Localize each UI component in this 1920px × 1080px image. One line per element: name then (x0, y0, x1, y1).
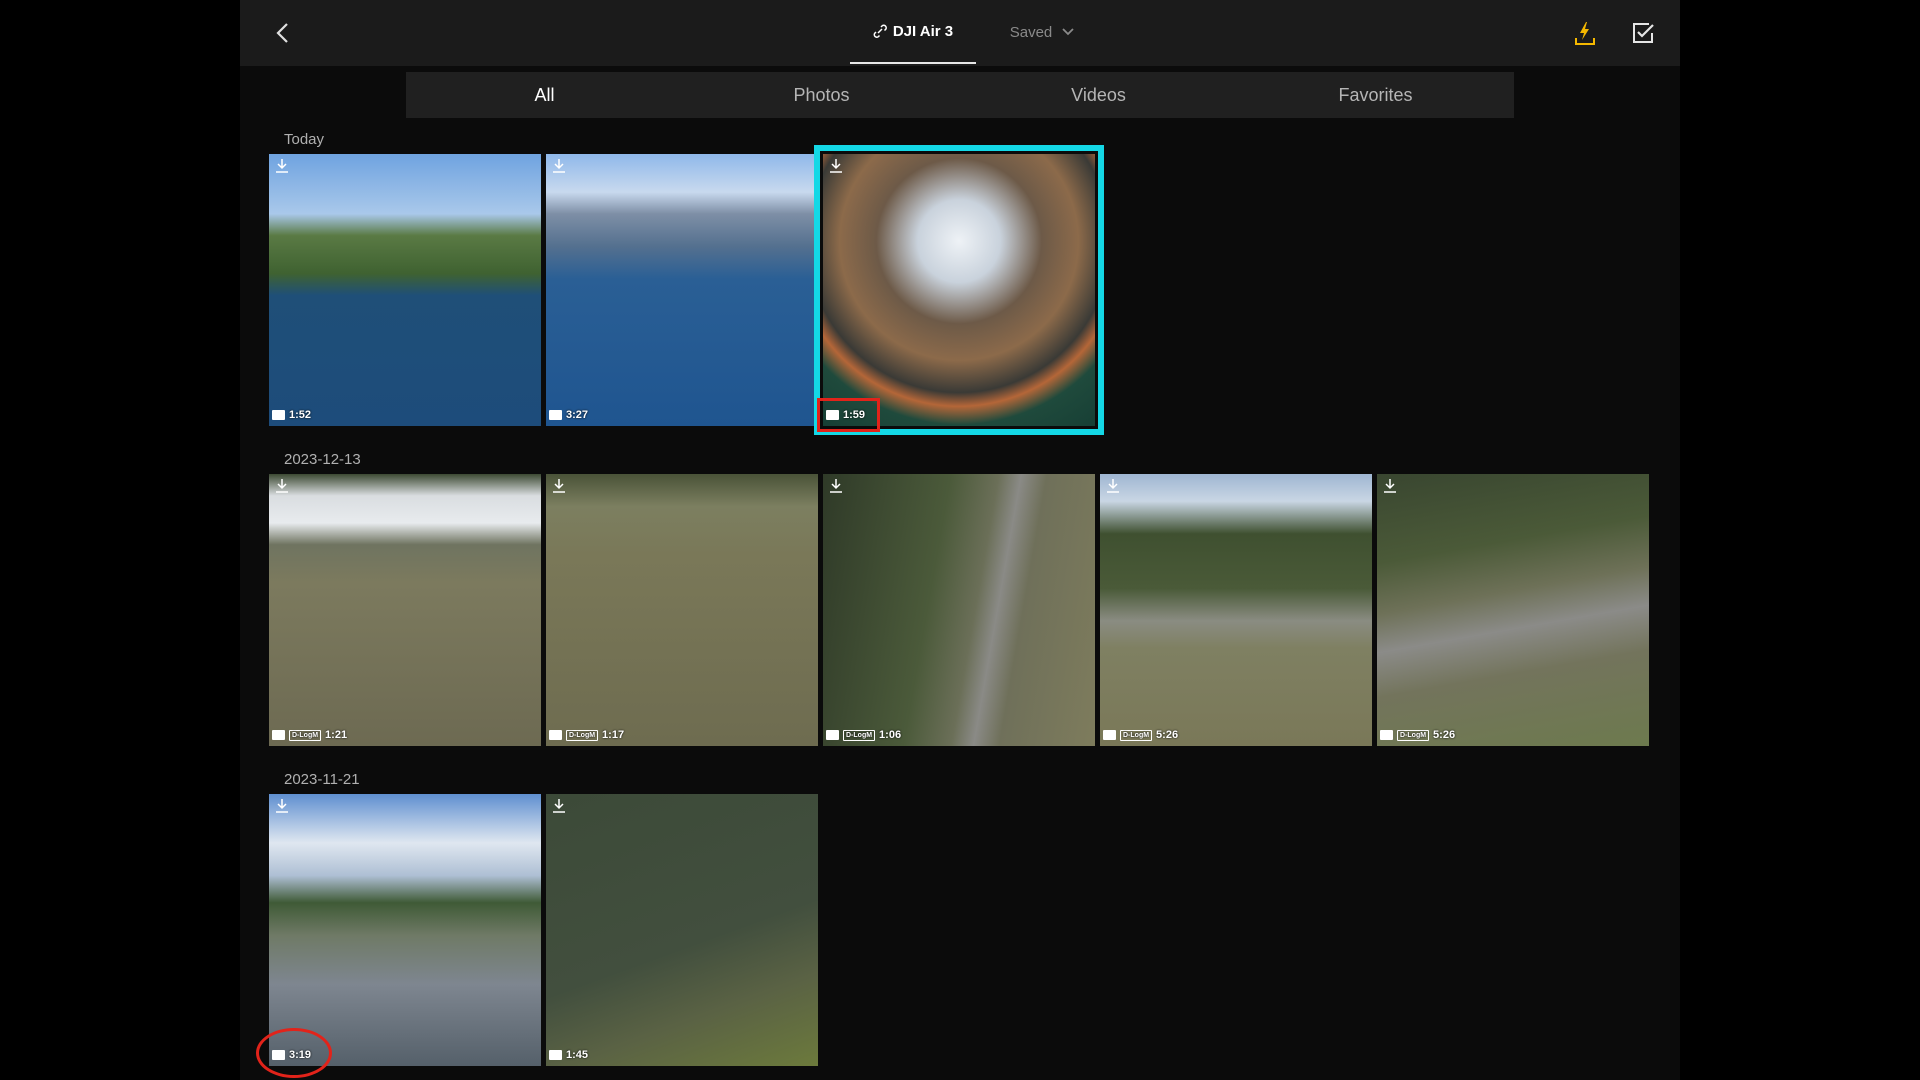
section-label-2023-11-21: 2023-11-21 (284, 771, 360, 788)
filter-all[interactable]: All (406, 72, 683, 118)
media-thumbnail[interactable]: D-LogM 5:26 (1377, 474, 1649, 746)
album-screen: DJI Air 3 Saved All Photos Videos Favori… (240, 0, 1680, 1080)
video-icon (1103, 730, 1116, 740)
video-icon (272, 1050, 285, 1060)
duration-badge: 1:45 (549, 1049, 588, 1061)
select-button[interactable] (1628, 18, 1658, 48)
duration-badge: D-LogM 1:06 (826, 729, 901, 741)
saved-dropdown[interactable]: Saved (992, 0, 1092, 64)
duration-badge: D-LogM 1:17 (549, 729, 624, 741)
thumbnail-image (546, 794, 818, 1066)
duration-text: 1:52 (289, 409, 312, 421)
checkbox-icon (1633, 23, 1654, 43)
duration-text: 1:45 (566, 1049, 589, 1061)
duration-badge: D-LogM 5:26 (1103, 729, 1178, 741)
video-icon (1380, 730, 1393, 740)
filter-photos[interactable]: Photos (683, 72, 960, 118)
video-icon (549, 1050, 562, 1060)
download-icon (553, 159, 565, 173)
dlog-tag: D-LogM (566, 729, 599, 741)
tab-device[interactable]: DJI Air 3 (850, 0, 976, 64)
dlog-tag: D-LogM (289, 729, 322, 741)
media-thumbnail[interactable]: 3:19 (269, 794, 541, 1066)
back-button[interactable] (266, 16, 300, 50)
duration-text: 3:19 (289, 1049, 312, 1061)
section-label-today: Today (284, 131, 325, 148)
duration-text: 1:06 (879, 729, 902, 741)
duration-text: 1:59 (843, 409, 866, 421)
media-filter: All Photos Videos Favorites (406, 72, 1514, 118)
dlog-tag: D-LogM (1397, 729, 1430, 741)
thumbnail-image (269, 154, 541, 426)
chevron-down-icon (1062, 28, 1074, 36)
duration-badge: D-LogM 1:21 (272, 729, 347, 741)
thumbnail-image (546, 154, 818, 426)
thumbnail-image (1377, 474, 1649, 746)
duration-text: 3:27 (566, 409, 589, 421)
download-icon (276, 479, 288, 493)
duration-text: 5:26 (1433, 729, 1456, 741)
download-icon (553, 799, 565, 813)
thumbnail-image (546, 474, 818, 746)
duration-badge: D-LogM 5:26 (1380, 729, 1455, 741)
device-name: DJI Air 3 (892, 22, 954, 40)
download-icon (1107, 479, 1119, 493)
media-thumbnail[interactable]: 1:52 (269, 154, 541, 426)
quick-transfer-button[interactable] (1570, 18, 1600, 48)
duration-text: 5:26 (1156, 729, 1179, 741)
download-flash-icon (1575, 22, 1595, 45)
video-icon (549, 410, 562, 420)
media-thumbnail[interactable]: 1:45 (546, 794, 818, 1066)
download-icon (830, 159, 842, 173)
media-thumbnail[interactable]: D-LogM 1:06 (823, 474, 1095, 746)
duration-badge: 1:59 (826, 409, 865, 421)
download-icon (276, 159, 288, 173)
duration-text: 1:17 (602, 729, 625, 741)
video-icon (272, 410, 285, 420)
saved-label: Saved (1009, 23, 1053, 41)
media-thumbnail[interactable]: D-LogM 1:21 (269, 474, 541, 746)
top-bar: DJI Air 3 Saved (240, 0, 1680, 66)
chevron-left-icon (276, 23, 288, 43)
video-icon (826, 410, 839, 420)
link-icon (873, 24, 887, 38)
video-icon (826, 730, 839, 740)
duration-text: 1:21 (325, 729, 348, 741)
video-icon (272, 730, 285, 740)
download-icon (830, 479, 842, 493)
download-icon (553, 479, 565, 493)
dlog-tag: D-LogM (843, 729, 876, 741)
media-thumbnail-selected[interactable]: 1:59 (823, 154, 1095, 426)
thumbnail-image (823, 474, 1095, 746)
duration-badge: 3:19 (272, 1049, 311, 1061)
download-icon (1384, 479, 1396, 493)
media-thumbnail[interactable]: D-LogM 1:17 (546, 474, 818, 746)
filter-favorites[interactable]: Favorites (1237, 72, 1514, 118)
dlog-tag: D-LogM (1120, 729, 1153, 741)
thumbnail-image (1100, 474, 1372, 746)
download-icon (276, 799, 288, 813)
duration-badge: 3:27 (549, 409, 588, 421)
thumbnail-image (269, 474, 541, 746)
media-thumbnail[interactable]: D-LogM 5:26 (1100, 474, 1372, 746)
thumbnail-image (823, 154, 1095, 426)
media-thumbnail[interactable]: 3:27 (546, 154, 818, 426)
video-icon (549, 730, 562, 740)
duration-badge: 1:52 (272, 409, 311, 421)
section-label-2023-12-13: 2023-12-13 (284, 451, 361, 468)
filter-videos[interactable]: Videos (960, 72, 1237, 118)
thumbnail-image (269, 794, 541, 1066)
